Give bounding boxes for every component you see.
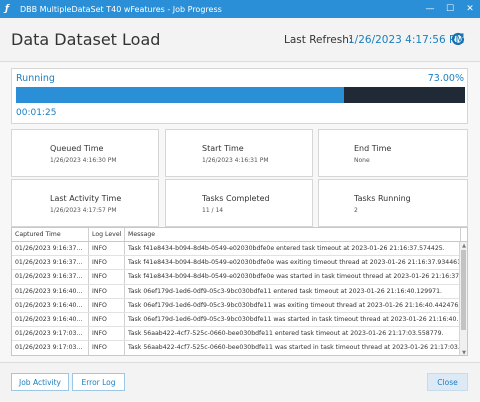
progress-bar-fill bbox=[16, 87, 344, 103]
job-activity-button[interactable]: Job Activity bbox=[11, 373, 69, 391]
cell-captured-time: 01/26/2023 9:16:40... bbox=[12, 284, 89, 298]
refresh-icon[interactable] bbox=[450, 31, 466, 47]
cell-log-level: INFO bbox=[89, 270, 125, 284]
page-header: Data Dataset Load Last Refresh: 1/26/202… bbox=[0, 18, 480, 62]
scrollbar-thumb[interactable] bbox=[461, 250, 466, 330]
cell-message: Task f41e8434-b094-8d4b-0549-e02030bdfe0… bbox=[125, 242, 461, 256]
error-log-button[interactable]: Error Log bbox=[72, 373, 125, 391]
table-row[interactable]: 01/26/2023 9:16:37... INFO Task f41e8434-b… bbox=[12, 270, 467, 285]
cell-message: Task 06ef179d-1ed6-0df9-05c3-9bc030bdfe1… bbox=[125, 298, 461, 312]
card-value: 2 bbox=[354, 207, 358, 214]
log-table-body: 01/26/2023 9:16:37... INFO Task f41e8434-b… bbox=[12, 242, 467, 355]
dialog-footer: Job Activity Error Log Close bbox=[0, 362, 480, 402]
cell-log-level: INFO bbox=[89, 312, 125, 327]
card-value: 1/26/2023 4:16:31 PM bbox=[202, 157, 269, 164]
cell-captured-time: 01/26/2023 9:16:37... bbox=[12, 242, 89, 256]
last-refresh-value: 1/26/2023 4:17:56 PM bbox=[348, 34, 465, 46]
cell-log-level: INFO bbox=[89, 256, 125, 270]
table-row[interactable]: 01/26/2023 9:17:03... INFO Task 56aab422-4… bbox=[12, 341, 467, 355]
cell-log-level: INFO bbox=[89, 298, 125, 312]
cell-log-level: INFO bbox=[89, 284, 125, 298]
progress-percent: 73.00% bbox=[427, 73, 464, 84]
table-row[interactable]: 01/26/2023 9:16:40... INFO Task 06ef179d-1… bbox=[12, 312, 467, 328]
cell-captured-time: 01/26/2023 9:16:37... bbox=[12, 270, 89, 284]
cell-log-level: INFO bbox=[89, 341, 125, 355]
card-label: End Time bbox=[354, 144, 392, 153]
page-title: Data Dataset Load bbox=[11, 30, 161, 49]
card-value: 11 / 14 bbox=[202, 207, 224, 214]
card-queued-time: Queued Time 1/26/2023 4:16:30 PM bbox=[11, 129, 159, 177]
scroll-up-icon[interactable]: ▲ bbox=[460, 242, 467, 250]
table-row[interactable]: 01/26/2023 9:16:40... INFO Task 06ef179d-1… bbox=[12, 284, 467, 299]
cell-captured-time: 01/26/2023 9:17:03... bbox=[12, 327, 89, 341]
log-scrollbar[interactable]: ▲ ▼ bbox=[459, 242, 467, 355]
job-status: Running bbox=[16, 73, 55, 84]
card-value: None bbox=[354, 157, 370, 164]
cell-message: Task f41e8434-b094-8d4b-0549-e02030bdfe0… bbox=[125, 270, 461, 284]
window-title: DBB MultipleDataSet T40 wFeatures - Job … bbox=[20, 4, 222, 14]
card-last-activity-time: Last Activity Time 1/26/2023 4:17:57 PM bbox=[11, 179, 159, 227]
card-tasks-running: Tasks Running 2 bbox=[318, 179, 468, 227]
cell-captured-time: 01/26/2023 9:16:40... bbox=[12, 298, 89, 312]
cell-captured-time: 01/26/2023 9:16:37... bbox=[12, 256, 89, 270]
log-table[interactable]: Captured Time Log Level Message 01/26/20… bbox=[11, 227, 468, 356]
card-label: Queued Time bbox=[50, 144, 104, 153]
progress-panel: Running 73.00% 00:01:25 bbox=[11, 68, 468, 124]
cell-message: Task 56aab422-4cf7-525c-0660-bee030bdfe1… bbox=[125, 327, 461, 341]
cell-message: Task 06ef179d-1ed6-0df9-05c3-9bc030bdfe1… bbox=[125, 284, 461, 298]
scroll-down-icon[interactable]: ▼ bbox=[460, 349, 467, 355]
table-row[interactable]: 01/26/2023 9:16:40... INFO Task 06ef179d-1… bbox=[12, 298, 467, 313]
cell-message: Task f41e8434-b094-8d4b-0549-e02030bdfe0… bbox=[125, 256, 461, 270]
column-header-message[interactable]: Message bbox=[125, 228, 461, 241]
card-label: Last Activity Time bbox=[50, 194, 122, 203]
cell-log-level: INFO bbox=[89, 327, 125, 341]
card-label: Start Time bbox=[202, 144, 244, 153]
window-titlebar: ƒ DBB MultipleDataSet T40 wFeatures - Jo… bbox=[0, 0, 480, 18]
table-row[interactable]: 01/26/2023 9:17:03... INFO Task 56aab422-4… bbox=[12, 327, 467, 342]
column-header-captured-time[interactable]: Captured Time bbox=[12, 228, 89, 241]
log-table-header: Captured Time Log Level Message bbox=[12, 228, 467, 242]
column-header-log-level[interactable]: Log Level bbox=[89, 228, 125, 241]
close-button[interactable]: Close bbox=[427, 373, 468, 391]
maximize-icon[interactable]: ☐ bbox=[440, 0, 460, 18]
card-start-time: Start Time 1/26/2023 4:16:31 PM bbox=[165, 129, 313, 177]
elapsed-time: 00:01:25 bbox=[16, 108, 57, 118]
card-value: 1/26/2023 4:17:57 PM bbox=[50, 207, 117, 214]
card-label: Tasks Running bbox=[354, 194, 411, 203]
cell-log-level: INFO bbox=[89, 242, 125, 256]
card-end-time: End Time None bbox=[318, 129, 468, 177]
app-icon: ƒ bbox=[5, 4, 9, 14]
last-refresh-label: Last Refresh: bbox=[284, 34, 353, 46]
card-label: Tasks Completed bbox=[202, 194, 270, 203]
table-row[interactable]: 01/26/2023 9:16:37... INFO Task f41e8434-b… bbox=[12, 256, 467, 271]
cell-captured-time: 01/26/2023 9:17:03... bbox=[12, 341, 89, 355]
cell-captured-time: 01/26/2023 9:16:40... bbox=[12, 312, 89, 327]
progress-bar bbox=[16, 87, 465, 103]
close-icon[interactable]: ✕ bbox=[460, 0, 480, 18]
card-value: 1/26/2023 4:16:30 PM bbox=[50, 157, 117, 164]
card-tasks-completed: Tasks Completed 11 / 14 bbox=[165, 179, 313, 227]
cell-message: Task 56aab422-4cf7-525c-0660-bee030bdfe1… bbox=[125, 341, 461, 355]
table-row[interactable]: 01/26/2023 9:16:37... INFO Task f41e8434-b… bbox=[12, 242, 467, 257]
minimize-icon[interactable]: — bbox=[420, 0, 440, 18]
cell-message: Task 06ef179d-1ed6-0df9-05c3-9bc030bdfe1… bbox=[125, 312, 461, 327]
